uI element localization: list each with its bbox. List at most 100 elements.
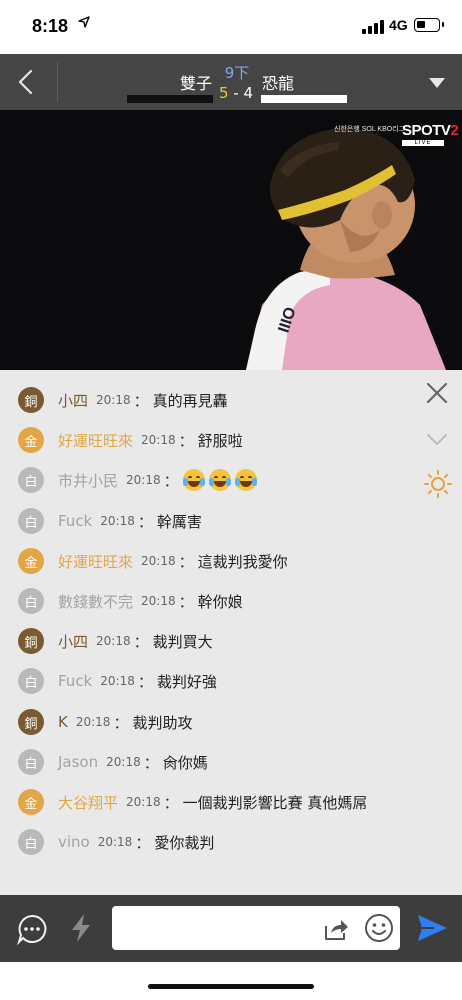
header-dropdown-button[interactable] (428, 74, 446, 93)
live-video-player[interactable]: IIIO 신한은행 SOL KBO리그 SPOTV2 LIVE (0, 110, 462, 370)
chat-message: 銅小四 20:18：裁判買大 (18, 627, 213, 655)
share-button[interactable] (323, 917, 349, 945)
chat-username[interactable]: Fuck (58, 672, 92, 690)
chat-colon: ： (163, 471, 179, 490)
chat-username[interactable]: 數錢數不完 (58, 591, 133, 612)
user-level-badge: 銅 (18, 387, 44, 413)
chat-bubble-button[interactable] (16, 913, 48, 949)
share-icon (325, 920, 348, 940)
chat-timestamp: 20:18 (141, 594, 176, 608)
loudly-crying-face-icon (234, 469, 257, 491)
status-bar: 8:18 4G (0, 0, 462, 54)
chat-colon: ： (137, 672, 153, 691)
close-chat-button[interactable] (426, 382, 448, 408)
battery-icon (414, 18, 444, 32)
chat-timestamp: 20:18 (96, 634, 131, 648)
chat-colon: ： (163, 793, 179, 812)
cellular-signal-icon (362, 20, 384, 34)
chat-username[interactable]: 市井小民 (58, 470, 118, 491)
user-level-badge: 金 (18, 789, 44, 815)
chat-username[interactable]: 好運旺旺來 (58, 430, 133, 451)
chat-message-text: 真的再見轟 (152, 391, 228, 410)
chat-emoji-group (182, 469, 261, 491)
chat-timestamp: 20:18 (100, 514, 135, 528)
away-team-color-bar (261, 95, 347, 103)
channel-logo: SPOTV2 LIVE (402, 122, 459, 146)
chat-message-text: 裁判好強 (156, 672, 217, 691)
chat-colon: ： (178, 592, 194, 611)
chat-message: 白 Fuck 20:18：裁判好強 (18, 667, 217, 695)
header-divider (57, 62, 58, 102)
chat-message-text: 這裁判我愛你 (197, 552, 288, 571)
send-icon (418, 915, 447, 941)
collapse-chat-button[interactable] (426, 432, 448, 451)
away-score: 4 (243, 84, 254, 102)
chat-username[interactable]: 小四 (58, 390, 88, 411)
close-icon (426, 382, 448, 404)
user-level-badge: 銅 (18, 709, 44, 735)
inning-indicator: 9下 (224, 64, 250, 82)
message-field[interactable] (112, 906, 400, 950)
caret-down-icon (429, 78, 445, 88)
home-score: 5 (218, 84, 229, 102)
chat-timestamp: 20:18 (75, 715, 111, 729)
chat-timestamp: 20:18 (106, 755, 141, 769)
chat-username[interactable]: K (58, 713, 68, 731)
chat-username[interactable]: Fuck (58, 512, 92, 530)
chat-message: 銅 K 20:18：裁判助攻 (18, 708, 192, 736)
loudly-crying-face-icon (182, 469, 205, 491)
chat-message-text: 肏你媽 (162, 753, 208, 772)
score-separator: - (233, 84, 239, 102)
chat-username[interactable]: 好運旺旺來 (58, 551, 133, 572)
chat-message-text: 愛你裁判 (154, 833, 215, 852)
send-button[interactable] (416, 913, 448, 947)
chat-colon: ： (178, 431, 194, 450)
chevron-left-icon (18, 69, 33, 95)
chat-message: 白 Jason 20:18：肏你媽 (18, 748, 208, 776)
away-team-name: 恐龍 (262, 74, 295, 93)
chat-username[interactable]: 小四 (58, 631, 88, 652)
chat-panel[interactable]: 銅小四 20:18：真的再見轟金好運旺旺來 20:18：舒服啦白市井小民 20:18：… (0, 370, 462, 895)
chat-colon: ： (113, 713, 129, 732)
chat-timestamp: 20:18 (97, 835, 133, 849)
chat-bubble-icon (16, 914, 47, 946)
live-badge: LIVE (402, 140, 444, 146)
network-type: 4G (389, 17, 408, 33)
message-input[interactable] (120, 914, 314, 944)
sun-icon (424, 470, 452, 498)
home-team-name: 雙子 (179, 74, 212, 93)
lightning-bolt-icon (72, 914, 90, 942)
chat-username[interactable]: Jason (58, 753, 98, 771)
chat-timestamp: 20:18 (126, 795, 161, 809)
smiley-face-icon (365, 914, 393, 942)
chat-colon: ： (137, 512, 153, 531)
lightning-button[interactable] (70, 913, 92, 947)
chat-message-text: 舒服啦 (197, 431, 243, 450)
game-score: 5 - 4 (216, 84, 256, 102)
user-level-badge: 白 (18, 588, 44, 614)
chat-message: 銅小四 20:18：真的再見轟 (18, 386, 228, 414)
chat-message: 白數錢數不完 20:18：幹你娘 (18, 587, 243, 615)
chat-colon: ： (135, 833, 151, 852)
chat-message: 金大谷翔平 20:18：一個裁判影響比賽 真他媽屌 (18, 788, 367, 816)
chat-timestamp: 20:18 (126, 473, 161, 487)
clock: 8:18 (32, 16, 69, 36)
loudly-crying-face-icon (208, 469, 231, 491)
brightness-button[interactable] (424, 470, 452, 502)
home-indicator-area (0, 962, 462, 1000)
chat-username[interactable]: 大谷翔平 (58, 792, 118, 813)
back-button[interactable] (0, 54, 56, 110)
chat-colon: ： (143, 753, 159, 772)
chat-timestamp: 20:18 (141, 554, 176, 568)
user-level-badge: 金 (18, 548, 44, 574)
user-level-badge: 白 (18, 508, 44, 534)
emoji-button[interactable] (364, 913, 394, 947)
home-indicator[interactable] (148, 984, 314, 989)
chat-message-text: 裁判買大 (152, 632, 213, 651)
user-level-badge: 白 (18, 829, 44, 855)
chat-username[interactable]: vino (58, 833, 90, 851)
location-arrow-icon (78, 16, 90, 32)
chat-colon: ： (133, 632, 149, 651)
user-level-badge: 銅 (18, 628, 44, 654)
chat-message: 白 vino 20:18：愛你裁判 (18, 828, 214, 856)
